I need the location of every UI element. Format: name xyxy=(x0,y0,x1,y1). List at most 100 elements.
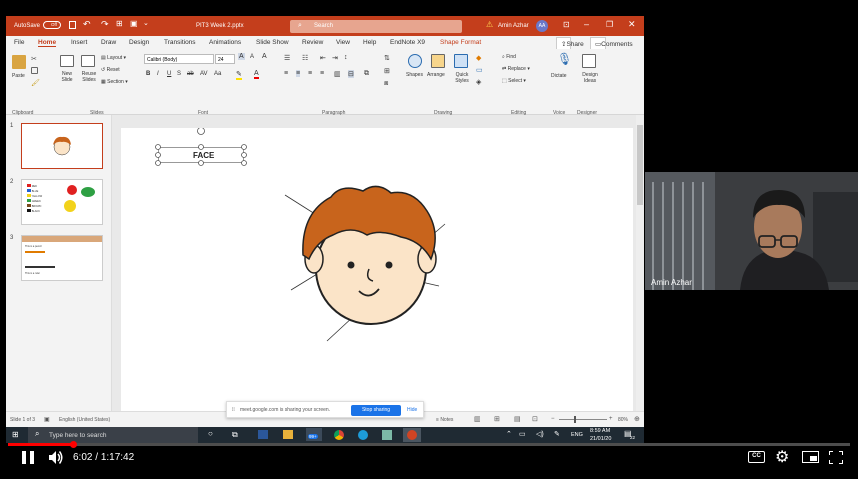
slide-thumbnail-2[interactable]: RED BLUE YELLOW GREEN BROWN BLACK xyxy=(21,179,103,225)
reset-button[interactable]: ↺ Reset xyxy=(101,67,120,73)
italic-icon[interactable]: I xyxy=(157,71,159,77)
input-language[interactable]: ENG xyxy=(571,432,583,438)
change-case-icon[interactable]: Aa xyxy=(214,71,221,77)
save-icon[interactable] xyxy=(69,21,76,29)
tab-transitions[interactable]: Transitions xyxy=(164,39,196,46)
normal-view-icon[interactable]: ▥ xyxy=(474,415,481,423)
close-icon[interactable]: ✕ xyxy=(628,19,636,30)
text-direction-icon[interactable]: ⇅ xyxy=(384,54,390,62)
columns-icon[interactable]: ▥ xyxy=(334,70,341,78)
justify-icon[interactable]: ≡ xyxy=(320,70,324,77)
windows-start-icon[interactable]: ⊞ xyxy=(12,430,19,439)
tray-expand-icon[interactable]: ⌃ xyxy=(506,430,512,438)
task-view-icon[interactable]: ⧉ xyxy=(232,430,238,440)
taskbar-search[interactable]: ⌕ Type here to search xyxy=(28,427,198,443)
quick-styles-icon[interactable] xyxy=(454,54,468,68)
zoom-slider[interactable] xyxy=(559,419,607,420)
font-name-select[interactable]: Calibri (Body) xyxy=(144,54,214,64)
tab-animations[interactable]: Animations xyxy=(209,39,241,46)
slideshow-view-icon[interactable]: ⊡ xyxy=(532,415,538,423)
tab-home[interactable]: Home xyxy=(38,39,57,47)
new-slide-icon[interactable] xyxy=(60,55,74,67)
stop-sharing-button[interactable]: Stop sharing xyxy=(351,405,401,416)
warning-icon[interactable]: ⚠ xyxy=(486,20,493,29)
shapes-label[interactable]: Shapes xyxy=(406,72,423,78)
align-right-icon[interactable]: ≡ xyxy=(308,70,312,77)
share-drag-icon[interactable]: ⁞⁞ xyxy=(232,407,235,413)
fit-slide-icon[interactable]: ⊕ xyxy=(634,415,640,423)
tab-endnote[interactable]: EndNote X9 xyxy=(390,39,425,46)
find-button[interactable]: ⌕ Find xyxy=(502,54,516,60)
ribbon-display-icon[interactable]: ⊡ xyxy=(563,20,570,29)
paste-icon[interactable] xyxy=(12,55,26,69)
design-ideas-icon[interactable] xyxy=(582,54,596,68)
edge-icon[interactable] xyxy=(358,430,368,440)
convert-smartart-icon[interactable]: ⧈ xyxy=(384,80,388,88)
select-button[interactable]: ⬚ Select ▾ xyxy=(502,78,526,84)
zoom-thumb[interactable] xyxy=(574,416,576,423)
cut-icon[interactable]: ✂ xyxy=(31,55,37,63)
cortana-icon[interactable]: ○ xyxy=(208,429,213,438)
tab-file[interactable]: File xyxy=(14,39,24,46)
word-icon[interactable] xyxy=(258,430,268,439)
notes-button[interactable]: ≡ Notes xyxy=(436,417,453,423)
tab-design[interactable]: Design xyxy=(129,39,149,46)
layout-button[interactable]: ▤ Layout ▾ xyxy=(101,55,126,61)
spacing-icon[interactable]: AV xyxy=(200,71,208,77)
volume-icon[interactable] xyxy=(48,450,64,465)
settings-gear-icon[interactable]: ⚙ xyxy=(775,447,789,467)
language-label[interactable]: English (United States) xyxy=(59,417,110,423)
tab-shape-format[interactable]: Shape Format xyxy=(440,39,481,46)
align-left-icon[interactable]: ≡ xyxy=(284,70,288,77)
reuse-slides-icon[interactable] xyxy=(81,55,95,67)
presenter-icon[interactable]: ⊞ xyxy=(116,19,123,28)
align-center-icon[interactable]: ≡ xyxy=(296,70,301,77)
shape-effects-icon[interactable]: ◈ xyxy=(476,78,481,86)
replace-button[interactable]: ⇄ Replace ▾ xyxy=(502,66,530,72)
powerpoint-taskbar-button[interactable] xyxy=(403,428,421,442)
tab-draw[interactable]: Draw xyxy=(101,39,116,46)
slide-thumbnail-3[interactable]: This is a pencil This is a ruler xyxy=(21,235,103,281)
increase-indent-icon[interactable]: ⇥ xyxy=(332,54,338,62)
spellcheck-icon[interactable]: ▣ xyxy=(44,416,50,423)
section-button[interactable]: ▦ Section ▾ xyxy=(101,79,128,85)
zoom-level[interactable]: 80% xyxy=(618,417,628,423)
slideshow-icon[interactable]: ▣ xyxy=(130,19,138,28)
tab-review[interactable]: Review xyxy=(302,39,323,46)
smartart-icon[interactable]: ⧉ xyxy=(364,70,369,78)
tab-insert[interactable]: Insert xyxy=(71,39,87,46)
redo-icon[interactable]: ↷ xyxy=(101,19,109,30)
tab-view[interactable]: View xyxy=(336,39,350,46)
strikethrough-icon[interactable]: ab xyxy=(187,71,194,77)
fullscreen-icon[interactable] xyxy=(829,451,843,464)
video-progress-bar[interactable] xyxy=(8,441,850,448)
slide-thumbnail-1[interactable] xyxy=(21,123,103,169)
bullets-icon[interactable]: ☰ xyxy=(284,54,290,62)
sorter-view-icon[interactable]: ⊞ xyxy=(494,415,500,423)
vertical-scrollbar[interactable] xyxy=(636,115,644,411)
user-name[interactable]: Amin Azhar xyxy=(498,23,529,29)
shape-outline-icon[interactable]: ▭ xyxy=(476,66,483,74)
pause-icon[interactable] xyxy=(22,451,26,464)
clock-date[interactable]: 21/01/20 xyxy=(590,436,611,442)
copy-icon[interactable] xyxy=(31,67,38,74)
new-slide-label[interactable]: New Slide xyxy=(56,71,78,83)
current-slide[interactable]: FACE xyxy=(121,128,633,415)
design-ideas-label[interactable]: Design Ideas xyxy=(576,72,604,84)
zoom-out-icon[interactable]: − xyxy=(551,416,555,422)
restore-icon[interactable]: ❐ xyxy=(606,20,613,29)
underline-icon[interactable]: U xyxy=(167,71,171,77)
font-size-select[interactable]: 24 xyxy=(215,54,235,64)
tab-slide-show[interactable]: Slide Show xyxy=(256,39,289,46)
pause-icon[interactable] xyxy=(30,451,34,464)
clear-format-icon[interactable]: A xyxy=(262,53,267,60)
minimize-icon[interactable]: – xyxy=(584,19,589,29)
captions-button[interactable]: CC xyxy=(748,451,765,463)
decrease-font-icon[interactable]: A xyxy=(250,54,254,60)
app-icon[interactable] xyxy=(382,430,392,440)
autosave-toggle[interactable]: Off xyxy=(43,21,61,29)
volume-icon[interactable]: ◁) xyxy=(536,430,544,438)
reuse-slides-label[interactable]: Reuse Slides xyxy=(77,71,101,83)
format-painter-icon[interactable]: 🖌 xyxy=(31,79,40,87)
dictate-label[interactable]: Dictate xyxy=(551,73,567,79)
